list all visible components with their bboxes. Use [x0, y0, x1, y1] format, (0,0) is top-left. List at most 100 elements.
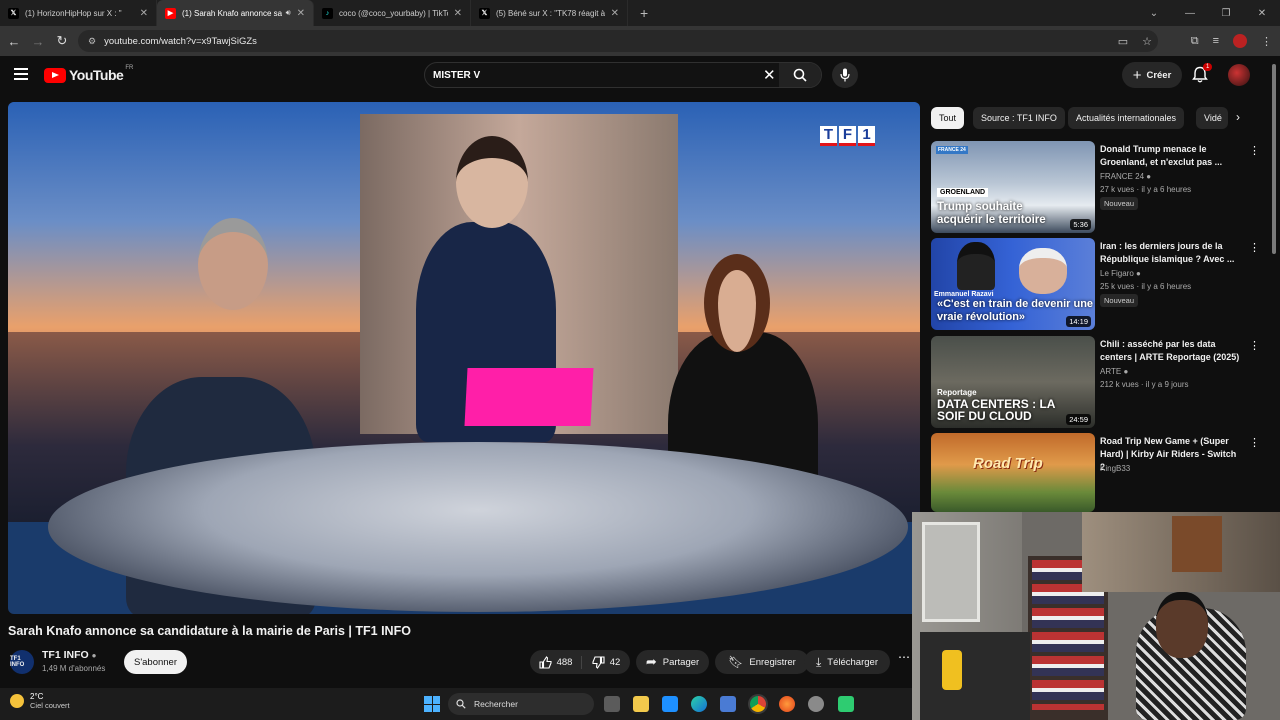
settings-icon[interactable]: [808, 696, 824, 712]
minimize-icon[interactable]: —: [1172, 8, 1208, 19]
browser-tab-active[interactable]: ▶ (1) Sarah Knafo annonce sa 🔊︎ ✕: [157, 0, 314, 26]
chip-source[interactable]: Source : TF1 INFO: [973, 107, 1065, 129]
save-label: Enregistrer: [749, 656, 796, 668]
tab-title: (5) Béné sur X : "TK78 réagit à l: [496, 8, 605, 18]
recommendation-item[interactable]: Road Trip Road Trip New Game + (Super Ha…: [931, 433, 1271, 512]
share-label: Partager: [662, 656, 700, 668]
browser-tab[interactable]: ♪ coco (@coco_yourbaby) | TikTo ✕: [314, 0, 471, 26]
back-icon[interactable]: ←: [2, 34, 26, 49]
youtube-wordmark: YouTube: [69, 67, 124, 83]
save-button[interactable]: 🔖︎ Enregistrer: [715, 650, 809, 674]
channel-name-text: Le Figaro: [1100, 269, 1134, 278]
recommendation-channel[interactable]: FRANCE 24 ●: [1100, 172, 1151, 181]
youtube-logo[interactable]: YouTube FR: [44, 65, 133, 83]
cast-icon[interactable]: ▭: [1118, 35, 1128, 48]
chip-international-news[interactable]: Actualités internationales: [1068, 107, 1185, 129]
tf1-logo-letter: 1: [858, 126, 875, 146]
subscribe-button[interactable]: S'abonner: [124, 650, 187, 674]
more-options-icon[interactable]: ⋮: [1249, 241, 1260, 254]
chip-videos[interactable]: Vidé: [1196, 107, 1228, 129]
site-info-icon[interactable]: ⚙: [88, 36, 96, 47]
share-button[interactable]: ➦ Partager: [636, 650, 709, 674]
more-options-icon[interactable]: ⋮: [1249, 436, 1260, 449]
forward-icon[interactable]: →: [26, 34, 50, 49]
media-control-icon[interactable]: ≡: [1213, 35, 1219, 47]
weather-widget[interactable]: 2°C Ciel couvert: [10, 692, 70, 710]
like-button[interactable]: 488: [530, 655, 582, 669]
tab-title: coco (@coco_yourbaby) | TikTo: [339, 8, 448, 18]
search-box[interactable]: MISTER V ✕: [424, 62, 822, 88]
video-thumbnail[interactable]: Emmanuel Razavi «C'est en train de deven…: [931, 238, 1095, 330]
speaker-icon[interactable]: 🔊︎: [286, 8, 291, 18]
recommendation-item[interactable]: Reportage DATA CENTERS : LA SOIF DU CLOU…: [931, 336, 1271, 428]
extensions-icon[interactable]: ⧉: [1191, 35, 1199, 48]
file-explorer-icon[interactable]: [633, 696, 649, 712]
channel-avatar[interactable]: TF1 INFO: [10, 650, 34, 674]
microsoft-store-icon[interactable]: [720, 696, 736, 712]
more-options-icon[interactable]: ⋮: [1249, 144, 1260, 157]
create-button[interactable]: + Créer: [1122, 62, 1182, 88]
edge-browser-icon[interactable]: [691, 696, 707, 712]
close-tab-icon[interactable]: ✕: [297, 8, 305, 19]
close-tab-icon[interactable]: ✕: [611, 8, 619, 19]
page-scrollbar[interactable]: [1272, 64, 1276, 254]
video-thumbnail[interactable]: Road Trip: [931, 433, 1095, 512]
close-tab-icon[interactable]: ✕: [454, 8, 462, 19]
windows-taskbar: 2°C Ciel couvert Rechercher: [0, 688, 912, 720]
more-actions-icon[interactable]: ⋯: [898, 650, 910, 664]
video-thumbnail[interactable]: FRANCE 24 GROENLAND Trump souhaite acqué…: [931, 141, 1095, 233]
chrome-icon[interactable]: [750, 696, 766, 712]
more-options-icon[interactable]: ⋮: [1249, 339, 1260, 352]
browser-toolbar: ← → ↻ ⚙ youtube.com/watch?v=x9TawjSiGZs …: [0, 26, 1280, 56]
download-button[interactable]: ⤓ Télécharger: [804, 650, 890, 674]
app-icon[interactable]: [838, 696, 854, 712]
recommendation-item[interactable]: FRANCE 24 GROENLAND Trump souhaite acqué…: [931, 141, 1271, 233]
search-button[interactable]: [779, 63, 821, 87]
task-view-icon[interactable]: [604, 696, 620, 712]
search-input[interactable]: MISTER V: [433, 70, 480, 81]
close-window-icon[interactable]: ✕: [1244, 8, 1280, 19]
tab-title: (1) HorizonHipHop sur X : ": [25, 8, 122, 18]
video-frame-figure-head: [456, 136, 528, 228]
window-controls: ⌄ — ❐ ✕: [1136, 0, 1280, 26]
chip-all[interactable]: Tout: [931, 107, 965, 129]
recommendation-channel[interactable]: Le Figaro ●: [1100, 269, 1141, 278]
recommendation-channel[interactable]: KingB33: [1100, 464, 1130, 473]
video-title: Sarah Knafo annonce sa candidature à la …: [8, 624, 411, 638]
mail-icon[interactable]: [662, 696, 678, 712]
browser-tab[interactable]: 𝕏 (5) Béné sur X : "TK78 réagit à l ✕: [471, 0, 628, 26]
notifications-button[interactable]: 1: [1192, 63, 1213, 84]
tab-search-icon[interactable]: ⌄: [1136, 8, 1172, 19]
taskbar-search[interactable]: Rechercher: [448, 693, 594, 715]
bookmark-icon: 🔖︎: [728, 655, 744, 669]
channel-name[interactable]: TF1 INFO ●: [42, 649, 96, 661]
clear-search-icon[interactable]: ✕: [763, 66, 776, 84]
verified-icon: ●: [91, 651, 97, 660]
close-tab-icon[interactable]: ✕: [140, 8, 148, 19]
dislike-button[interactable]: 42: [582, 655, 630, 669]
bookmark-star-icon[interactable]: ☆: [1142, 35, 1152, 48]
recommendation-title[interactable]: Donald Trump menace le Groenland, et n'e…: [1100, 143, 1240, 169]
recommendation-title[interactable]: Chili : asséché par les data centers | A…: [1100, 338, 1240, 364]
like-count: 488: [556, 656, 573, 668]
recommendation-channel[interactable]: ARTE ●: [1100, 367, 1128, 376]
hamburger-menu-icon[interactable]: [14, 68, 28, 80]
video-thumbnail[interactable]: Reportage DATA CENTERS : LA SOIF DU CLOU…: [931, 336, 1095, 428]
new-tab-icon[interactable]: +: [640, 5, 648, 21]
webcam-window: [922, 522, 980, 622]
address-bar[interactable]: ⚙ youtube.com/watch?v=x9TawjSiGZs ▭ ☆: [78, 30, 1158, 52]
browser-tab[interactable]: 𝕏 (1) HorizonHipHop sur X : " ✕: [0, 0, 157, 26]
taskbar-search-placeholder: Rechercher: [474, 699, 518, 709]
recommendation-item[interactable]: Emmanuel Razavi «C'est en train de deven…: [931, 238, 1271, 330]
maximize-icon[interactable]: ❐: [1208, 8, 1244, 19]
chevron-right-icon[interactable]: ›: [1236, 110, 1240, 124]
profile-avatar[interactable]: [1233, 34, 1247, 48]
voice-search-button[interactable]: [832, 62, 858, 88]
user-avatar[interactable]: [1228, 64, 1250, 86]
video-player[interactable]: T F 1: [8, 102, 920, 614]
recommendation-title[interactable]: Iran : les derniers jours de la Républiq…: [1100, 240, 1240, 266]
browser-menu-icon[interactable]: ⋮: [1261, 35, 1272, 48]
windows-start-icon[interactable]: [424, 696, 440, 712]
firefox-icon[interactable]: [779, 696, 795, 712]
reload-icon[interactable]: ↻: [50, 33, 74, 49]
